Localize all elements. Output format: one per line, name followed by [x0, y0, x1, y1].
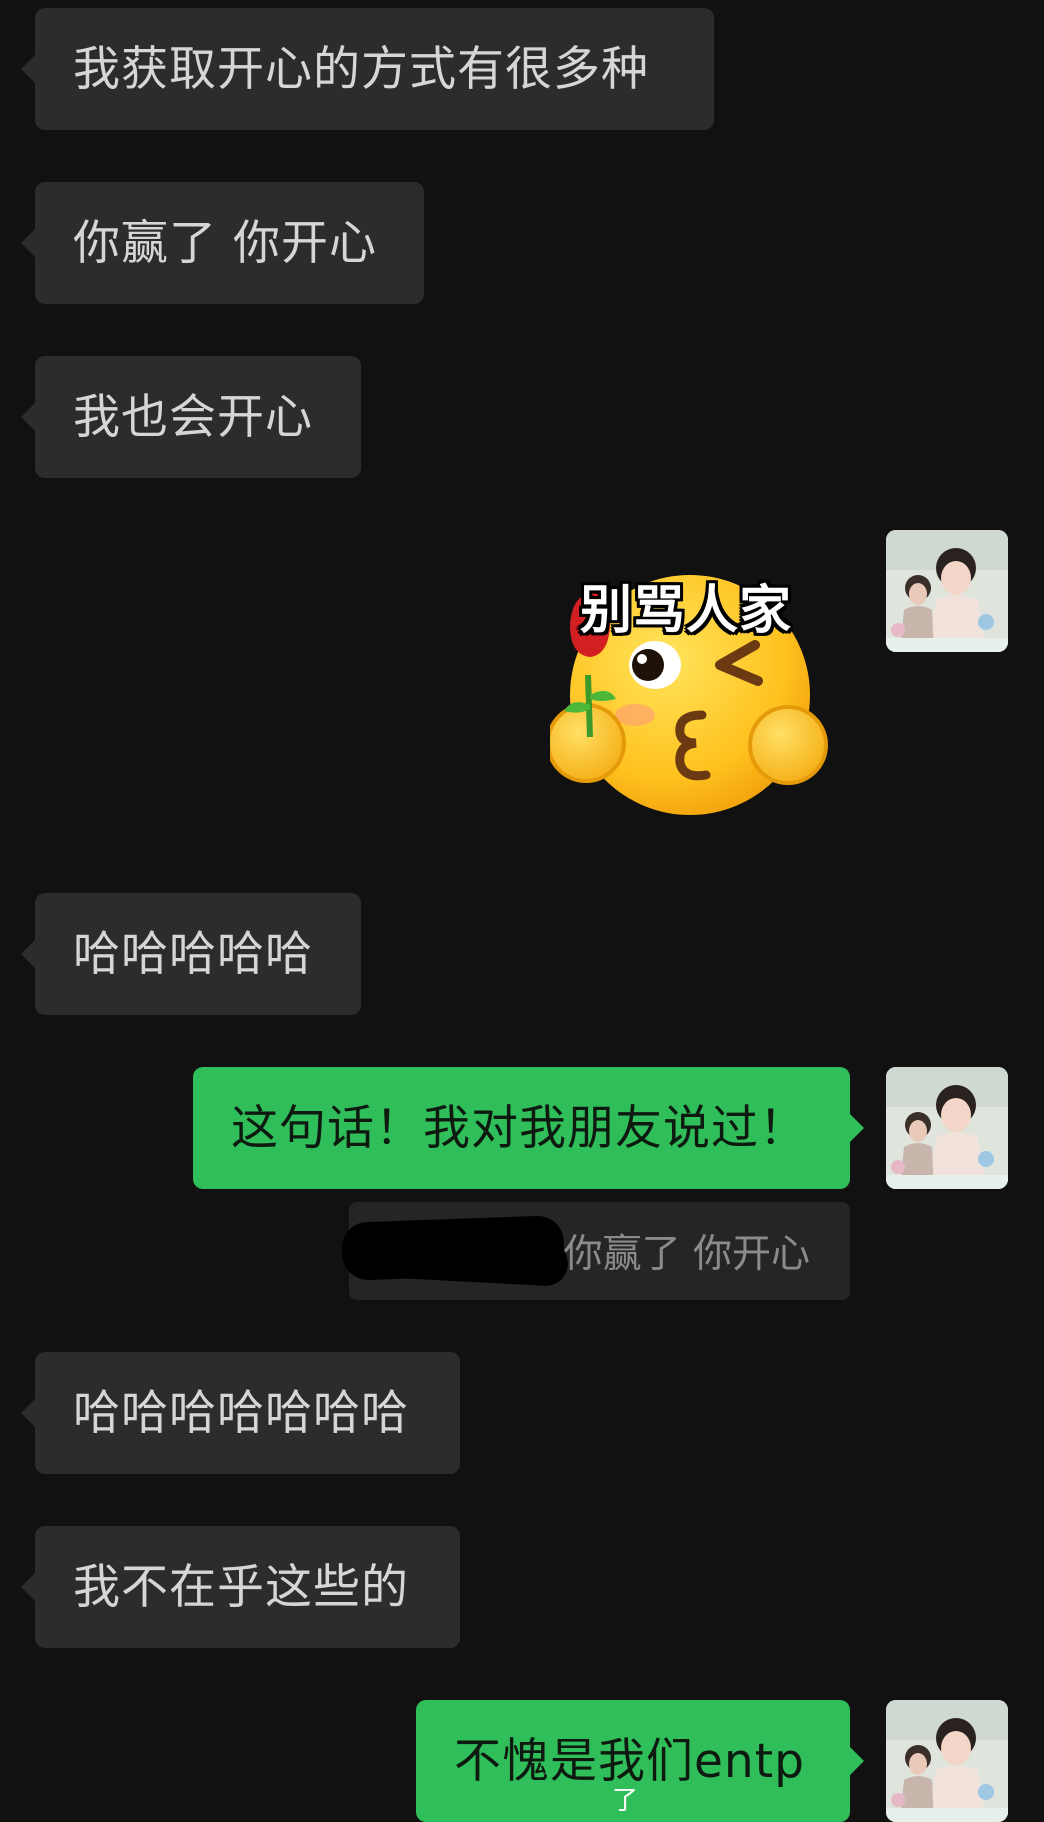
message-text: 不愧是我们entp [454, 1733, 805, 1789]
message-text: 我获取开心的方式有很多种 [73, 41, 649, 97]
quoted-message-text: 你赢了 你开心 [563, 1232, 810, 1277]
message-text: 哈哈哈哈哈 [73, 926, 313, 982]
incoming-message[interactable]: 哈哈哈哈哈 [21, 893, 361, 1015]
incoming-message[interactable]: 我不在乎这些的 [21, 1526, 460, 1648]
outgoing-message[interactable]: 这句话！我对我朋友说过！ [193, 1067, 864, 1189]
incoming-message[interactable]: 你赢了 你开心 [21, 182, 424, 304]
avatar-photo-icon [886, 1067, 1008, 1189]
incoming-message[interactable]: 我也会开心 [21, 356, 361, 478]
message-text: 我不在乎这些的 [73, 1559, 409, 1615]
incoming-message[interactable]: 哈哈哈哈哈哈哈 [21, 1352, 460, 1474]
avatar[interactable] [886, 1700, 1008, 1822]
avatar[interactable] [886, 1067, 1008, 1189]
message-text: 哈哈哈哈哈哈哈 [73, 1385, 409, 1441]
incoming-message[interactable]: 我获取开心的方式有很多种 [21, 8, 714, 130]
avatar-photo-icon [886, 530, 1008, 652]
message-text: 你赢了 你开心 [73, 215, 377, 271]
overlay-caption: 了 [612, 1786, 639, 1816]
message-text: 这句话！我对我朋友说过！ [231, 1100, 807, 1156]
avatar[interactable] [886, 530, 1008, 652]
chat-area: 我获取开心的方式有很多种 你赢了 你开心 我也会开心 别骂人家 哈哈哈哈哈 这句… [0, 0, 1044, 1822]
sticker-caption: 别骂人家 [580, 581, 793, 641]
avatar-photo-icon [886, 1700, 1008, 1822]
message-text: 我也会开心 [73, 389, 313, 445]
